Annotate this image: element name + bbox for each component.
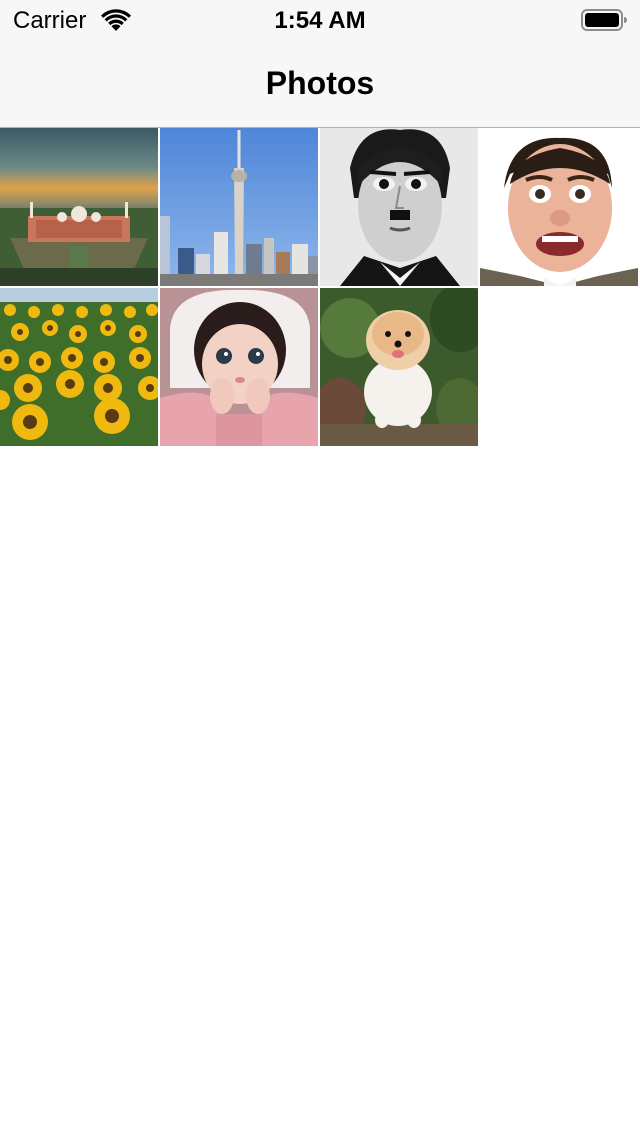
screen: Carrier 1:54 AM Photos [0, 0, 640, 1136]
page-title: Photos [265, 65, 375, 101]
photo-thumbnail-mosque[interactable] [0, 128, 158, 286]
status-time: 1:54 AM [274, 7, 366, 34]
navigation-bar: Photos [0, 40, 640, 128]
status-bar: Carrier 1:54 AM [0, 0, 640, 40]
photo-thumbnail-surprised-man[interactable] [480, 128, 638, 286]
photo-thumbnail-tower[interactable] [160, 128, 318, 286]
battery-icon [581, 9, 627, 31]
photo-thumbnail-sunflowers[interactable] [0, 288, 158, 446]
surprised-man-image [480, 128, 638, 286]
photo-thumbnail-mustache-portrait[interactable] [320, 128, 478, 286]
child-image [160, 288, 318, 446]
dog-image [320, 288, 478, 446]
photo-thumbnail-dog[interactable] [320, 288, 478, 446]
mosque-photo-image [0, 128, 158, 286]
mustache-portrait-image [320, 128, 478, 286]
photo-thumbnail-child[interactable] [160, 288, 318, 446]
sunflowers-image [0, 288, 158, 446]
tower-photo-image [160, 128, 318, 286]
photo-grid [0, 128, 640, 446]
